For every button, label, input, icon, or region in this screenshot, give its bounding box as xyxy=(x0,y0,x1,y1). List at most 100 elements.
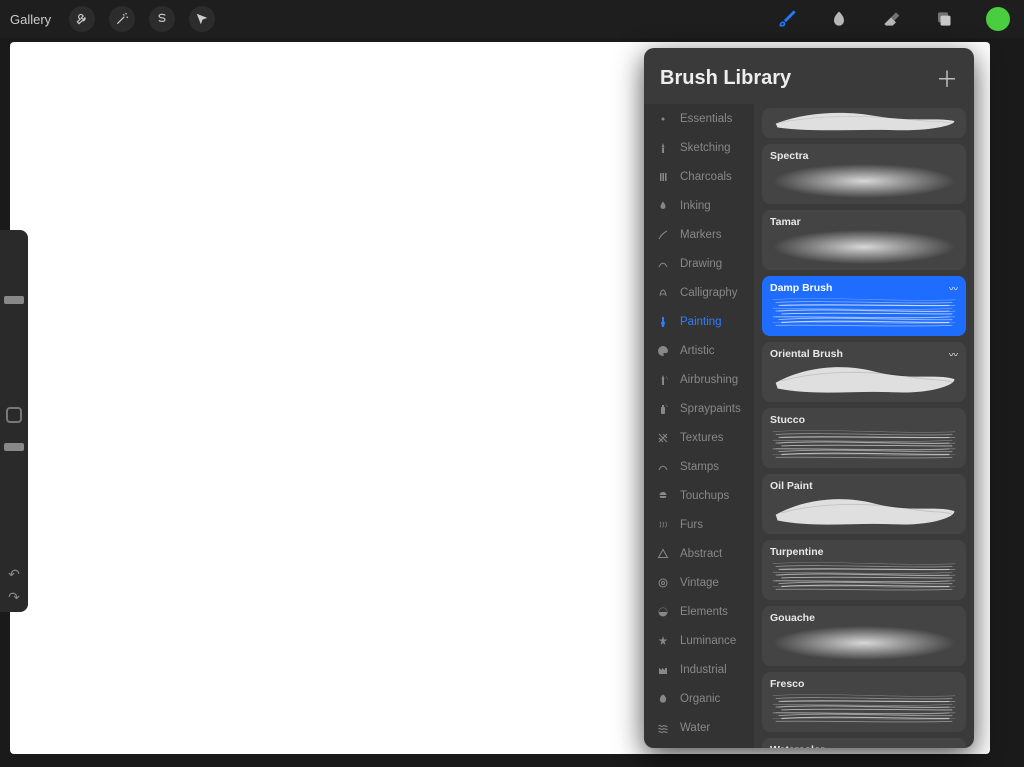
modify-button[interactable] xyxy=(6,407,22,423)
textures-icon xyxy=(656,431,670,445)
brush-item[interactable]: Gouache xyxy=(762,606,966,666)
eraser-tool-button[interactable] xyxy=(876,4,906,34)
category-abstract[interactable]: Abstract xyxy=(644,539,754,568)
selection-s-icon xyxy=(155,12,169,26)
category-charcoals[interactable]: Charcoals xyxy=(644,162,754,191)
airbrushing-icon xyxy=(656,373,670,387)
category-label: Painting xyxy=(680,316,722,328)
spraypaints-icon xyxy=(656,402,670,416)
brush-item[interactable]: Oriental Brush 〰 xyxy=(762,342,966,402)
category-furs[interactable]: Furs xyxy=(644,510,754,539)
luminance-icon xyxy=(656,634,670,648)
category-imported[interactable]: Imported xyxy=(644,742,754,748)
touchups-icon xyxy=(656,489,670,503)
brush-name: Oriental Brush xyxy=(770,348,958,360)
brush-stroke-preview xyxy=(768,294,960,332)
category-artistic[interactable]: Artistic xyxy=(644,336,754,365)
category-stamps[interactable]: Stamps xyxy=(644,452,754,481)
category-luminance[interactable]: Luminance xyxy=(644,626,754,655)
brush-name: Gouache xyxy=(770,612,958,624)
brush-library-title: Brush Library xyxy=(660,67,791,90)
category-label: Elements xyxy=(680,606,728,618)
category-spraypaints[interactable]: Spraypaints xyxy=(644,394,754,423)
category-label: Airbrushing xyxy=(680,374,738,386)
category-essentials[interactable]: Essentials xyxy=(644,104,754,133)
brush-icon xyxy=(777,9,797,29)
brush-item[interactable]: Turpentine xyxy=(762,540,966,600)
category-airbrushing[interactable]: Airbrushing xyxy=(644,365,754,394)
category-label: Water xyxy=(680,722,710,734)
smudge-tool-button[interactable] xyxy=(824,4,854,34)
brush-stroke-preview xyxy=(768,360,960,398)
category-calligraphy[interactable]: Calligraphy xyxy=(644,278,754,307)
wand-icon xyxy=(115,12,129,26)
brush-stroke-preview xyxy=(768,624,960,662)
category-label: Furs xyxy=(680,519,703,531)
category-label: Textures xyxy=(680,432,723,444)
brush-list[interactable]: Spectra Tamar Damp Brush〰Oriental Brush … xyxy=(754,104,974,748)
brush-item[interactable] xyxy=(762,108,966,138)
category-textures[interactable]: Textures xyxy=(644,423,754,452)
category-sketching[interactable]: Sketching xyxy=(644,133,754,162)
stamps-icon xyxy=(656,460,670,474)
brush-name: Damp Brush xyxy=(770,282,958,294)
category-markers[interactable]: Markers xyxy=(644,220,754,249)
selection-button[interactable] xyxy=(149,6,175,32)
category-painting[interactable]: Painting xyxy=(644,307,754,336)
category-label: Sketching xyxy=(680,142,731,154)
brush-item[interactable]: Damp Brush〰 xyxy=(762,276,966,336)
category-water[interactable]: Water xyxy=(644,713,754,742)
category-label: Organic xyxy=(680,693,720,705)
category-label: Abstract xyxy=(680,548,722,560)
category-label: Calligraphy xyxy=(680,287,738,299)
brush-stroke-preview xyxy=(768,228,960,266)
category-label: Inking xyxy=(680,200,711,212)
add-brush-button[interactable]: ＋ xyxy=(936,62,958,94)
category-label: Vintage xyxy=(680,577,719,589)
category-touchups[interactable]: Touchups xyxy=(644,481,754,510)
brush-item[interactable]: Fresco xyxy=(762,672,966,732)
category-industrial[interactable]: Industrial xyxy=(644,655,754,684)
brush-stroke-preview xyxy=(768,492,960,530)
category-inking[interactable]: Inking xyxy=(644,191,754,220)
artistic-icon xyxy=(656,344,670,358)
brush-stroke-preview xyxy=(768,108,960,134)
actions-wrench-button[interactable] xyxy=(69,6,95,32)
elements-icon xyxy=(656,605,670,619)
charcoals-icon xyxy=(656,170,670,184)
brush-tool-button[interactable] xyxy=(772,4,802,34)
brush-library-panel: Brush Library ＋ Essentials Sketching Charc… xyxy=(644,48,974,748)
drawing-icon xyxy=(656,257,670,271)
category-drawing[interactable]: Drawing xyxy=(644,249,754,278)
redo-button[interactable]: ↷ xyxy=(8,589,20,606)
brush-item[interactable]: Oil Paint xyxy=(762,474,966,534)
brush-name: Stucco xyxy=(770,414,958,426)
top-toolbar: Gallery xyxy=(0,0,1024,38)
brush-category-list[interactable]: Essentials Sketching Charcoals Inking Marker… xyxy=(644,104,754,748)
organic-icon xyxy=(656,692,670,706)
adjustments-wand-button[interactable] xyxy=(109,6,135,32)
brush-item[interactable]: Spectra xyxy=(762,144,966,204)
vintage-icon xyxy=(656,576,670,590)
brush-size-slider[interactable] xyxy=(11,238,17,389)
brush-check-icon: 〰 xyxy=(949,282,958,295)
category-organic[interactable]: Organic xyxy=(644,684,754,713)
wrench-icon xyxy=(75,12,89,26)
color-picker-button[interactable] xyxy=(986,7,1010,31)
water-icon xyxy=(656,721,670,735)
category-vintage[interactable]: Vintage xyxy=(644,568,754,597)
category-label: Artistic xyxy=(680,345,715,357)
category-label: Luminance xyxy=(680,635,736,647)
brush-item[interactable]: Tamar xyxy=(762,210,966,270)
furs-icon xyxy=(656,518,670,532)
transform-cursor-button[interactable] xyxy=(189,6,215,32)
cursor-icon xyxy=(195,12,209,26)
category-elements[interactable]: Elements xyxy=(644,597,754,626)
category-label: Industrial xyxy=(680,664,727,676)
brush-item[interactable]: Stucco xyxy=(762,408,966,468)
gallery-button[interactable]: Gallery xyxy=(10,12,51,27)
brush-item[interactable]: Watercolor xyxy=(762,738,966,748)
undo-button[interactable]: ↶ xyxy=(8,566,20,583)
category-label: Spraypaints xyxy=(680,403,741,415)
layers-button[interactable] xyxy=(928,4,958,34)
